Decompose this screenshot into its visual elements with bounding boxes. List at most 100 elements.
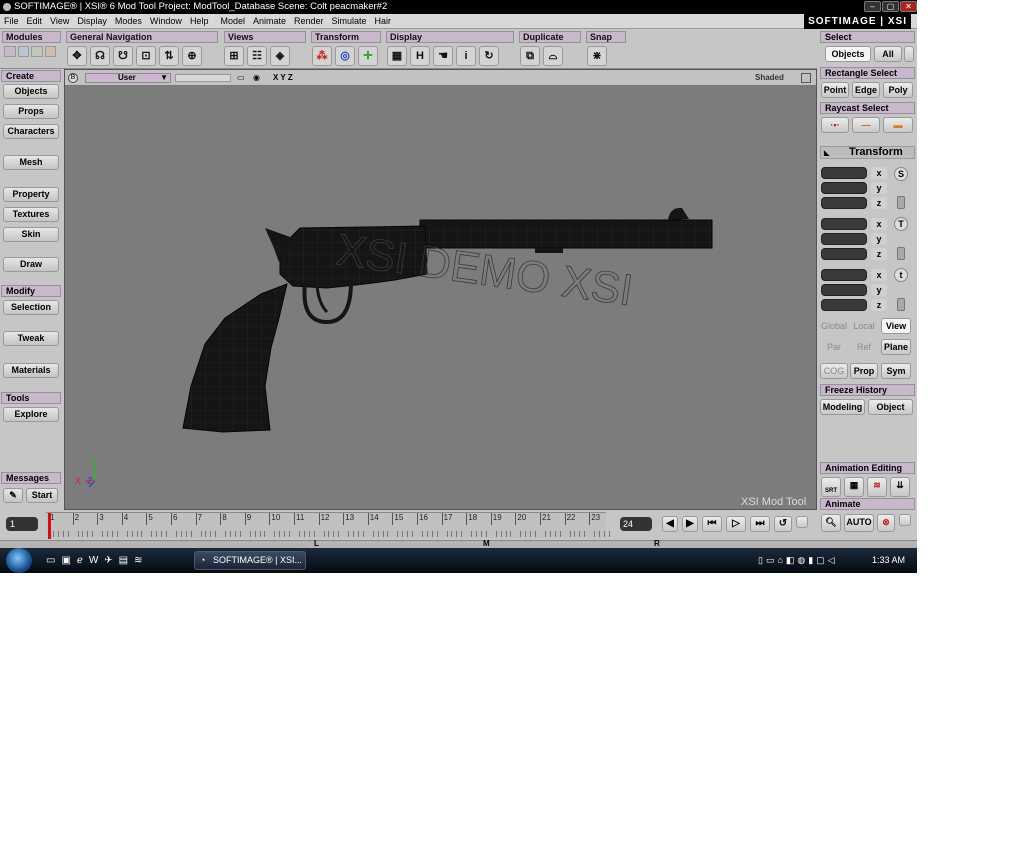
- tray-monitor-icon[interactable]: ▭: [766, 555, 775, 566]
- rotate-z-axis[interactable]: z: [871, 248, 887, 260]
- modules-header[interactable]: Modules: [2, 31, 61, 43]
- translate-y-axis[interactable]: y: [871, 284, 887, 296]
- app-launch-icon[interactable]: ✈: [104, 555, 112, 566]
- local-button[interactable]: Local: [850, 318, 878, 334]
- calculator-icon[interactable]: ▤: [119, 555, 128, 566]
- freeze-modeling-button[interactable]: Modeling: [820, 399, 865, 415]
- close-button[interactable]: ✕: [900, 1, 917, 12]
- camera-icon[interactable]: ▭: [237, 70, 245, 86]
- translate-icon[interactable]: ✛: [358, 46, 378, 66]
- viewport-axes-label[interactable]: X Y Z: [273, 70, 293, 86]
- scale-y-axis[interactable]: y: [871, 182, 887, 194]
- rotate-slider-icon[interactable]: [897, 247, 905, 260]
- tray-security-icon[interactable]: ◍: [797, 555, 805, 566]
- menu-help[interactable]: Help: [186, 14, 213, 29]
- auto-key-button[interactable]: AUTO: [844, 514, 874, 532]
- select-objects-button[interactable]: Objects: [825, 46, 871, 62]
- refresh-icon[interactable]: ↻: [479, 46, 499, 66]
- menu-view[interactable]: View: [46, 14, 73, 29]
- select-edge-button[interactable]: Edge: [852, 82, 880, 98]
- hand-icon[interactable]: ☚: [433, 46, 453, 66]
- menu-display[interactable]: Display: [73, 14, 111, 29]
- viewport-slots[interactable]: [175, 74, 231, 82]
- module-swatch[interactable]: [31, 46, 43, 57]
- freeze-history-header[interactable]: Freeze History: [820, 384, 915, 396]
- browser-icon[interactable]: ℯ: [77, 555, 83, 566]
- create-characters-button[interactable]: Characters: [3, 124, 59, 139]
- playback-options-button[interactable]: [796, 516, 808, 528]
- viewport[interactable]: B User ▼ ▭ ◉ X Y Z Shaded XSI DEMO XSI X…: [64, 69, 817, 510]
- translate-y-field[interactable]: [821, 284, 867, 296]
- taskbar-task-softimage[interactable]: ◔ SOFTIMAGE® | XSI...: [194, 551, 306, 570]
- sym-button[interactable]: Sym: [881, 363, 911, 379]
- snap-header[interactable]: Snap: [586, 31, 626, 43]
- tray-battery-icon[interactable]: ▮: [808, 555, 813, 566]
- word-icon[interactable]: W: [89, 555, 98, 566]
- scale-x-axis[interactable]: x: [871, 167, 887, 179]
- end-frame-field[interactable]: 24: [620, 517, 652, 531]
- prop-button[interactable]: Prop: [850, 363, 878, 379]
- next-frame-icon[interactable]: ▶: [682, 516, 698, 532]
- ref-button[interactable]: Ref: [850, 339, 878, 355]
- minimize-button[interactable]: –: [864, 1, 881, 12]
- tray-speaker-icon[interactable]: ◁: [828, 555, 835, 566]
- dolly-icon[interactable]: ☋: [113, 46, 133, 66]
- scale-z-field[interactable]: [821, 197, 867, 209]
- select-poly-button[interactable]: Poly: [883, 82, 913, 98]
- viewport-b-button[interactable]: B: [68, 73, 78, 83]
- script-editor-icon[interactable]: ✎: [3, 488, 23, 503]
- orbit-icon[interactable]: ☊: [90, 46, 110, 66]
- translate-z-axis[interactable]: z: [871, 299, 887, 311]
- keyframe-icon[interactable]: 🔍︎: [821, 514, 841, 532]
- current-frame-field[interactable]: 1: [6, 517, 38, 531]
- translate-x-axis[interactable]: x: [871, 269, 887, 281]
- previous-frame-icon[interactable]: ◀: [662, 516, 678, 532]
- par-button[interactable]: Par: [820, 339, 848, 355]
- tools-explore-button[interactable]: Explore: [3, 407, 59, 422]
- scale-x-field[interactable]: [821, 167, 867, 179]
- raycast-point-icon[interactable]: ·▪·: [821, 117, 849, 133]
- show-desktop-icon[interactable]: ▭: [46, 555, 55, 566]
- translate-t-button[interactable]: t: [894, 268, 908, 282]
- select-options-button[interactable]: [904, 46, 914, 62]
- srt-button[interactable]: SRT: [821, 477, 841, 497]
- playhead[interactable]: [48, 513, 51, 539]
- create-draw-button[interactable]: Draw: [3, 257, 59, 272]
- timeline-ruler[interactable]: 1 2 3 4 5 6 7 8 9 10 11 12 13 14 15 16 17 18 19 20 21 22 23: [46, 512, 610, 539]
- raycast-edge-icon[interactable]: —: [852, 117, 880, 133]
- menu-edit[interactable]: Edit: [23, 14, 47, 29]
- duplicate-icon[interactable]: ⧉: [520, 46, 540, 66]
- start-orb-icon[interactable]: [6, 548, 32, 573]
- rotate-x-field[interactable]: [821, 218, 867, 230]
- translate-z-field[interactable]: [821, 299, 867, 311]
- tray-network-icon[interactable]: ⌂: [777, 555, 782, 566]
- module-swatch[interactable]: [17, 46, 29, 57]
- start-button[interactable]: Start: [26, 488, 58, 503]
- schematic-icon[interactable]: ⊞: [224, 46, 244, 66]
- module-swatch[interactable]: [4, 46, 16, 57]
- animate-options-button[interactable]: [899, 514, 911, 526]
- tray-display-icon[interactable]: ▢: [816, 555, 825, 566]
- frame-icon[interactable]: ⊡: [136, 46, 156, 66]
- mixer-icon[interactable]: ⇊: [890, 477, 910, 497]
- navigate-icon[interactable]: ✥: [67, 46, 87, 66]
- menu-file[interactable]: File: [0, 14, 23, 29]
- grid-icon[interactable]: ▦: [387, 46, 407, 66]
- rectangle-select-header[interactable]: Rectangle Select: [820, 67, 915, 79]
- menu-animate[interactable]: Animate: [249, 14, 290, 29]
- rotate-x-axis[interactable]: x: [871, 218, 887, 230]
- dopesheet-icon[interactable]: ▦: [844, 477, 864, 497]
- texture-editor-icon[interactable]: ◈: [270, 46, 290, 66]
- menu-hair[interactable]: Hair: [371, 14, 396, 29]
- transform-header[interactable]: Transform: [311, 31, 381, 43]
- duplicate-header[interactable]: Duplicate: [519, 31, 581, 43]
- menu-window[interactable]: Window: [146, 14, 186, 29]
- remove-key-icon[interactable]: ⊗: [877, 514, 895, 532]
- rotate-y-axis[interactable]: y: [871, 233, 887, 245]
- create-textures-button[interactable]: Textures: [3, 207, 59, 222]
- maximize-viewport-icon[interactable]: [801, 73, 811, 83]
- create-skin-button[interactable]: Skin: [3, 227, 59, 242]
- scale-y-field[interactable]: [821, 182, 867, 194]
- collapse-triangle-icon[interactable]: ◣: [824, 148, 829, 159]
- scale-slider-icon[interactable]: [897, 196, 905, 209]
